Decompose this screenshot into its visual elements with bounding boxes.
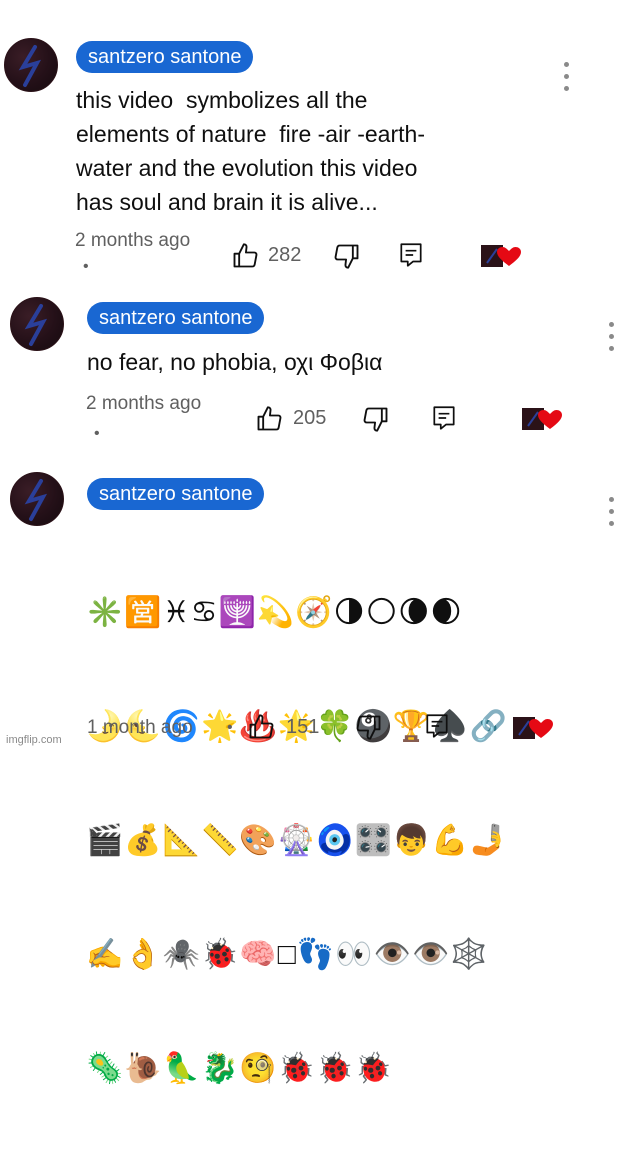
comment-timestamp[interactable]: 1 month ago — [87, 717, 193, 739]
separator-dot: • — [94, 425, 100, 442]
like-count: 205 — [293, 407, 327, 429]
more-vertical-icon[interactable] — [606, 322, 616, 356]
separator-dot: • — [227, 719, 233, 736]
comment-text: no fear, no phobia, οχι Φοβια — [87, 349, 383, 375]
like-count: 151 — [286, 716, 320, 738]
avatar[interactable] — [4, 38, 58, 92]
reply-icon[interactable] — [398, 241, 424, 269]
emoji-comment-text: ✳️🈺♓♋🕎💫🧭🌗🌕🌘🌒 🌛🌜🌀🌟♨️🌟🍀🎱🏆♠️🔗 🎬💰📐📏🎨🎡🧿🎛️👦💪🤳 … — [86, 518, 508, 1164]
comment-timestamp[interactable]: 2 months ago — [75, 230, 190, 252]
thumbs-up-icon[interactable] — [255, 405, 283, 433]
emoji-row: 🎬💰📐📏🎨🎡🧿🎛️👦💪🤳 — [86, 824, 508, 857]
author-name-chip[interactable]: santzero santone — [87, 302, 265, 334]
separator-dot: • — [83, 258, 89, 275]
thumbs-up-icon[interactable] — [231, 242, 259, 270]
emoji-row: 🦠🐌🦜🐉🧐🐞🐞🐞 — [86, 1052, 393, 1085]
reply-icon[interactable] — [424, 712, 450, 740]
avatar[interactable] — [10, 297, 64, 351]
creator-heart-icon — [481, 244, 521, 268]
thumbs-down-icon[interactable] — [362, 405, 390, 433]
comment-text: this video symbolizes all the elements o… — [76, 87, 425, 215]
like-count: 282 — [268, 244, 302, 266]
more-vertical-icon[interactable] — [606, 497, 616, 531]
author-name-chip[interactable]: santzero santone — [87, 478, 265, 510]
emoji-row: ✍️👌🕷️🐞🧠□👣👀👁️👁️🕸️ — [86, 938, 489, 971]
reply-icon[interactable] — [431, 404, 457, 432]
watermark: imgflip.com — [6, 734, 62, 746]
creator-heart-icon — [522, 407, 562, 431]
creator-heart-icon — [513, 716, 553, 740]
comment-timestamp[interactable]: 2 months ago — [86, 393, 201, 415]
avatar[interactable] — [10, 472, 64, 526]
author-name-chip[interactable]: santzero santone — [76, 41, 254, 73]
thumbs-up-icon[interactable] — [247, 713, 275, 741]
emoji-row: ✳️🈺♓♋🕎💫🧭🌗🌕🌘🌒 — [86, 596, 463, 629]
more-vertical-icon[interactable] — [561, 62, 571, 96]
thumbs-down-icon[interactable] — [355, 713, 383, 741]
thumbs-down-icon[interactable] — [333, 242, 361, 270]
